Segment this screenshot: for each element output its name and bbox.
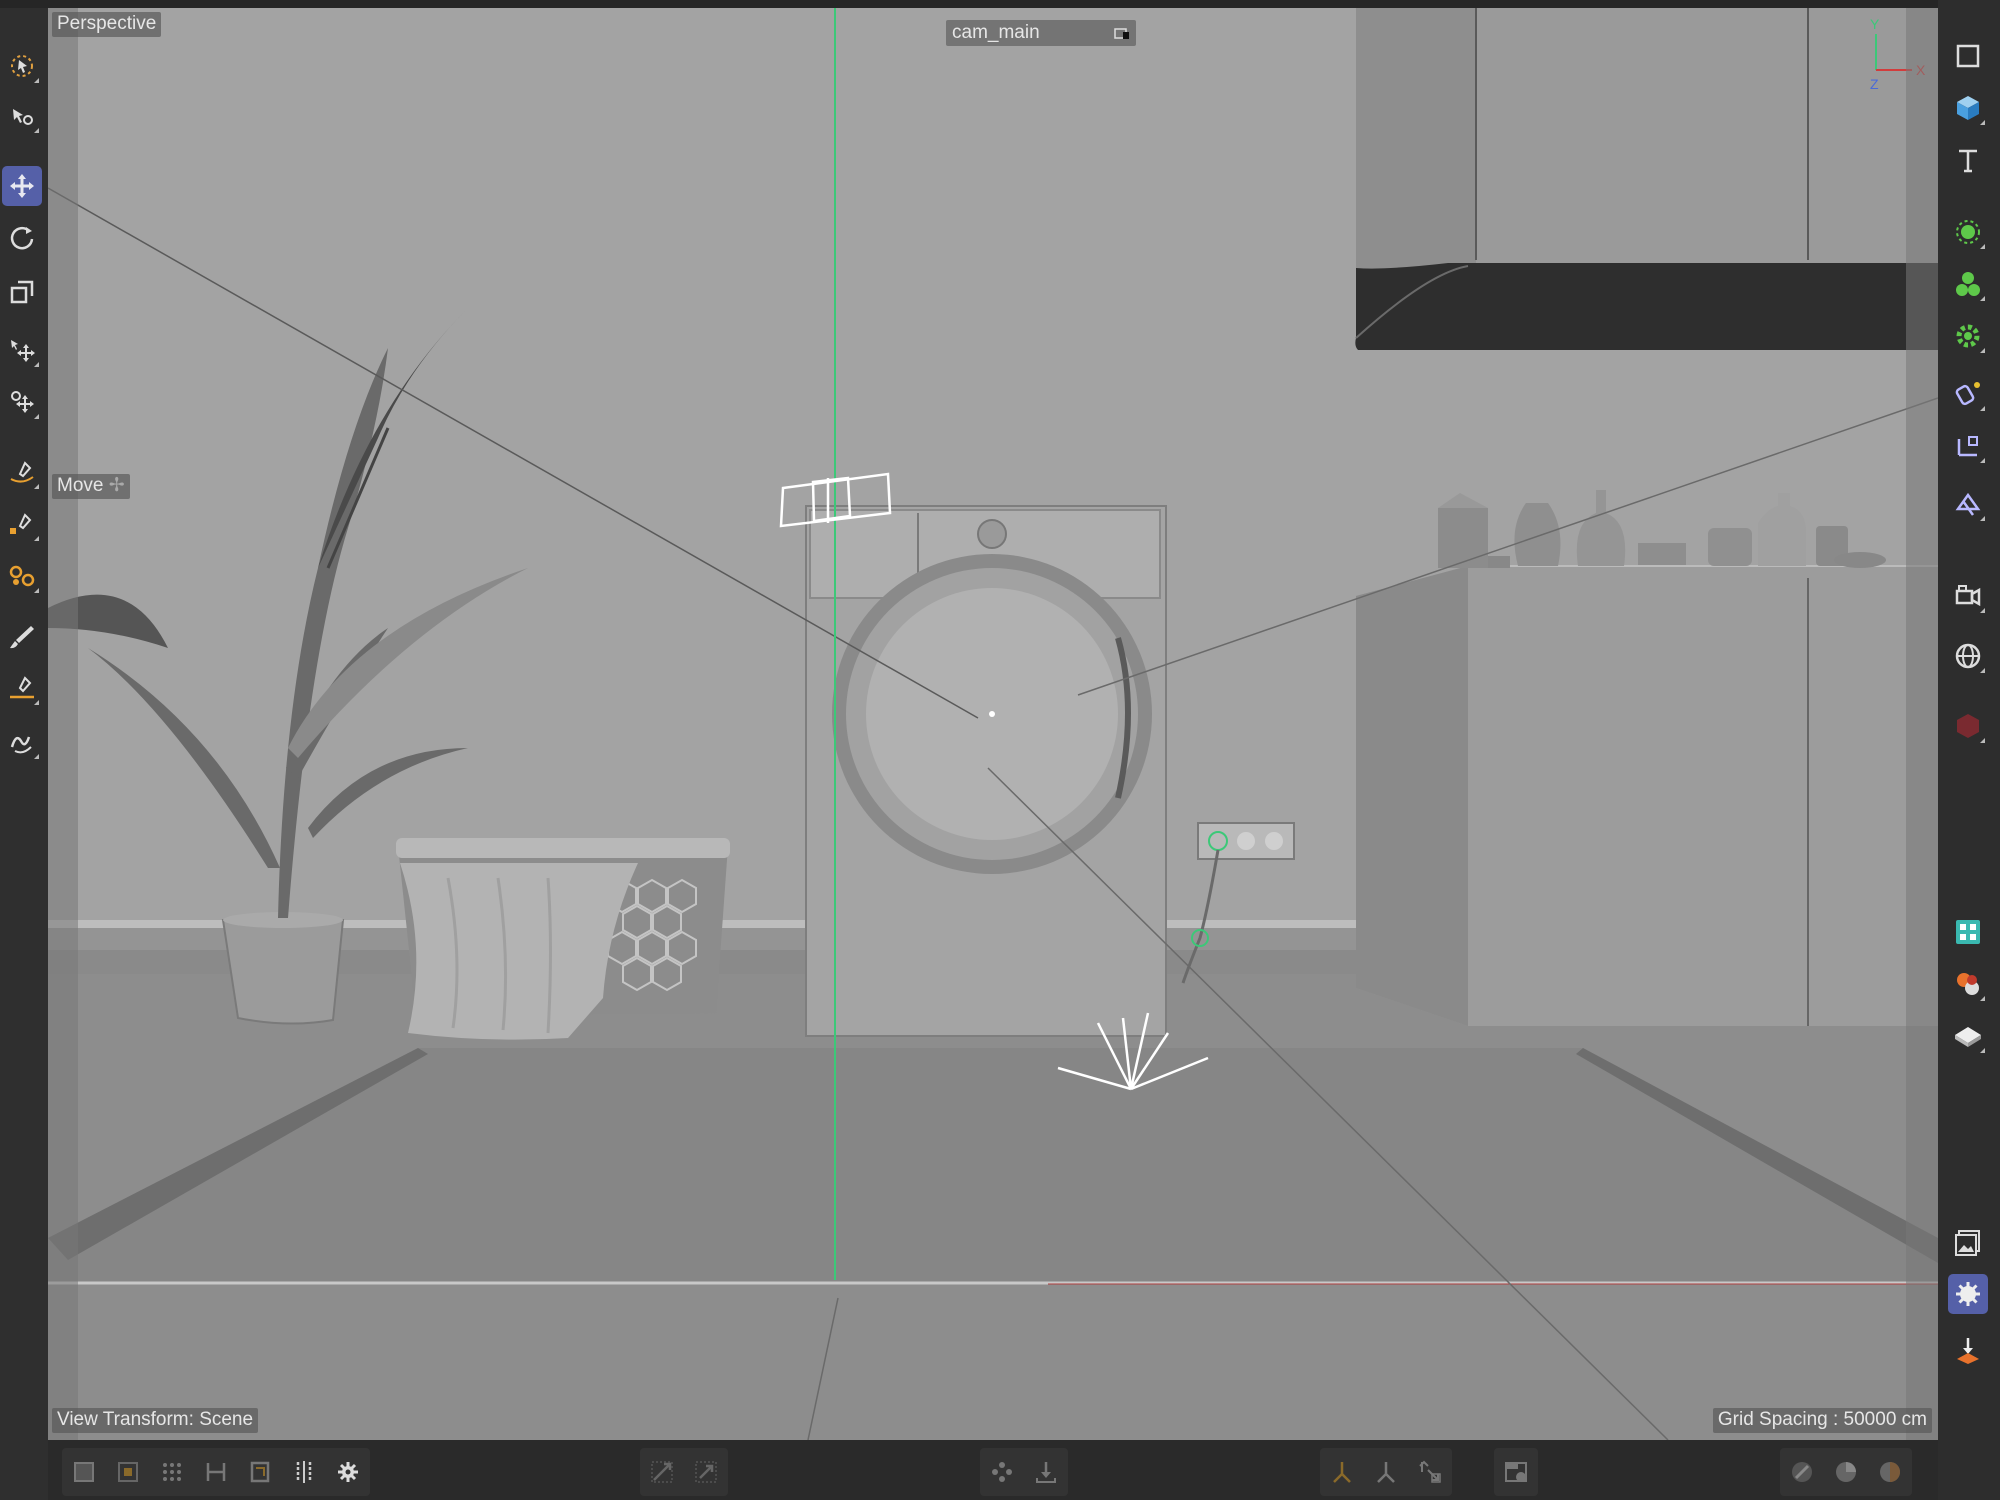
polygon-mode-icon[interactable] [238, 1450, 282, 1494]
render-group [1780, 1448, 1912, 1496]
view-frame-icon[interactable] [1948, 36, 1988, 76]
mode-group [62, 1448, 370, 1496]
tweak-icon[interactable] [2, 330, 42, 370]
rotate-icon[interactable] [2, 218, 42, 258]
active-tool-name: Move [57, 475, 104, 496]
spline-narrow-icon[interactable] [2, 722, 42, 762]
point-mode-icon[interactable] [150, 1450, 194, 1494]
spline-arc-icon[interactable] [2, 668, 42, 708]
deformer-icon[interactable] [1948, 316, 1988, 356]
grid-spacing-label: Grid Spacing : 50000 cm [1712, 1408, 1932, 1433]
move-small-icon: ✢ [108, 475, 125, 496]
safe-frame-right [1906, 8, 1938, 1440]
view-transform-label: View Transform: Scene [52, 1408, 259, 1433]
axis-z-label: Z [1870, 76, 1879, 92]
render-settings-icon[interactable] [1948, 1274, 1988, 1314]
text-icon[interactable] [1948, 140, 1988, 180]
scene-render [48, 8, 1938, 1440]
floor-icon[interactable] [1948, 1016, 1988, 1056]
render-queue-icon[interactable] [1948, 1330, 1988, 1370]
transform-icon[interactable] [2, 382, 42, 422]
generator-icon[interactable] [1948, 374, 1988, 414]
snap-group [640, 1448, 728, 1496]
modeling-axis-icon[interactable] [1364, 1450, 1408, 1494]
left-toolbar [0, 8, 48, 1500]
object-mode-icon[interactable] [106, 1450, 150, 1494]
axis-mode-icon[interactable] [1320, 1450, 1364, 1494]
cube-icon[interactable] [1948, 88, 1988, 128]
axis-y-label: Y [1870, 16, 1880, 32]
material-icon[interactable] [1948, 964, 1988, 1004]
settings-gear-icon[interactable] [326, 1450, 370, 1494]
scale-icon[interactable] [2, 272, 42, 312]
cloner-icon[interactable] [1948, 264, 1988, 304]
edge-mode-icon[interactable] [194, 1450, 238, 1494]
live-selection-icon[interactable] [2, 96, 42, 136]
viewport-perspective[interactable]: Y X Z Perspective cam_main Move ✢ View T… [48, 8, 1938, 1440]
spline-sketch-icon[interactable] [2, 504, 42, 544]
render-active-icon[interactable] [1824, 1450, 1868, 1494]
field-icon[interactable] [1948, 484, 1988, 524]
model-mode-icon[interactable] [62, 1450, 106, 1494]
right-toolbar [1938, 0, 2000, 1500]
brush-icon[interactable] [2, 616, 42, 656]
workplane-group [980, 1448, 1068, 1496]
camera-name: cam_main [952, 22, 1040, 43]
camera-icon[interactable] [1948, 576, 1988, 616]
spline-tool-icon[interactable] [1948, 426, 1988, 466]
picture-viewer-icon[interactable] [1948, 1222, 1988, 1262]
render-region-icon[interactable] [1494, 1450, 1538, 1494]
spline-pen-icon[interactable] [2, 452, 42, 492]
layout-icon[interactable] [1948, 912, 1988, 952]
view-name-label[interactable]: Perspective [52, 12, 162, 37]
sky-icon[interactable] [1948, 636, 1988, 676]
render-icon[interactable] [1868, 1450, 1912, 1494]
spline-smooth-icon[interactable] [2, 556, 42, 596]
move-icon[interactable] [2, 166, 42, 206]
uv-mode-icon[interactable] [282, 1450, 326, 1494]
camera-selector[interactable]: cam_main [946, 20, 1136, 46]
render-view-icon[interactable] [1780, 1450, 1824, 1494]
light-icon[interactable] [1948, 706, 1988, 746]
top-bar [0, 0, 2000, 8]
safe-frame-left [48, 8, 78, 1440]
workplane-icon[interactable] [980, 1450, 1024, 1494]
snap-icon[interactable] [640, 1450, 684, 1494]
render-region-group [1494, 1448, 1538, 1496]
axis-extension-icon[interactable] [1408, 1450, 1452, 1494]
snap-settings-icon[interactable] [684, 1450, 728, 1494]
camera-lock-icon[interactable] [1114, 26, 1130, 40]
active-tool-label: Move ✢ [52, 474, 130, 499]
null-object-icon[interactable] [1948, 212, 1988, 252]
workplane-lock-icon[interactable] [1024, 1450, 1068, 1494]
axis-group [1320, 1448, 1452, 1496]
select-icon[interactable] [2, 46, 42, 86]
